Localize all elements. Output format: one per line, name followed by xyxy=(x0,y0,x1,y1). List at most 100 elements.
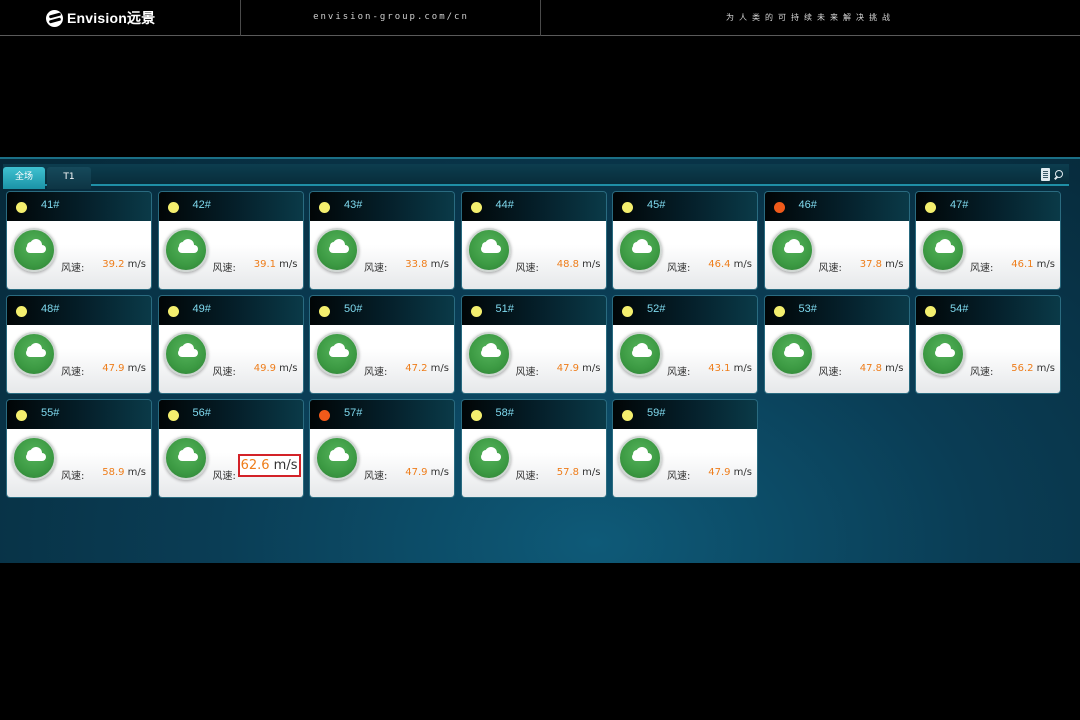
cloud-icon xyxy=(177,447,198,461)
turbine-card[interactable]: 41# 风速: 39.2 m/s xyxy=(7,192,151,289)
turbine-card-header: 52# xyxy=(613,296,757,325)
wind-speed-value: 39.1 xyxy=(253,259,276,270)
turbine-card[interactable]: 42# 风速: 39.1 m/s xyxy=(158,192,303,289)
tab-t1[interactable]: T1 xyxy=(47,167,91,189)
turbine-card[interactable]: 52# 风速: 43.1 m/s xyxy=(613,296,757,393)
turbine-id: 46# xyxy=(798,199,817,211)
turbine-card[interactable]: 53# 风速: 47.8 m/s xyxy=(764,296,909,393)
cloud-icon xyxy=(480,447,501,461)
wind-speed-readout: 47.9 m/s xyxy=(405,467,449,478)
cloud-icon xyxy=(26,447,46,461)
turbine-card-body: 风速: 33.8 m/s xyxy=(310,221,454,289)
turbine-card[interactable]: 57# 风速: 47.9 m/s xyxy=(310,400,454,497)
turbine-card[interactable]: 50# 风速: 47.2 m/s xyxy=(310,296,454,393)
cloud-icon xyxy=(935,343,955,357)
wind-speed-unit: m/s xyxy=(1036,259,1055,270)
weather-status-icon xyxy=(315,332,359,376)
weather-status-icon xyxy=(618,228,662,272)
envision-logo[interactable]: Envision远景 xyxy=(46,9,155,27)
wind-speed-label: 风速: xyxy=(515,367,539,378)
wind-speed-label: 风速: xyxy=(212,367,236,378)
turbine-id: 42# xyxy=(192,199,211,211)
turbine-card-header: 41# xyxy=(7,192,151,221)
turbine-card[interactable]: 45# 风速: 46.4 m/s xyxy=(613,192,757,289)
wind-speed-readout: 47.9 m/s xyxy=(557,363,601,374)
wind-speed-value: 46.1 xyxy=(1011,259,1034,270)
turbine-card[interactable]: 46# 风速: 37.8 m/s xyxy=(764,192,909,289)
weather-status-icon xyxy=(769,228,814,272)
wind-speed-label: 风速: xyxy=(667,367,691,378)
status-indicator-icon xyxy=(16,306,27,317)
turbine-card[interactable]: 51# 风速: 47.9 m/s xyxy=(461,296,606,393)
turbine-card-header: 45# xyxy=(613,192,757,221)
turbine-card-header: 42# xyxy=(158,192,303,221)
envision-logo-icon xyxy=(46,9,63,27)
wind-speed-value: 33.8 xyxy=(405,259,428,270)
turbine-card[interactable]: 48# 风速: 47.9 m/s xyxy=(7,296,151,393)
list-view-icon[interactable] xyxy=(1041,168,1050,181)
turbine-card[interactable]: 59# 风速: 47.9 m/s xyxy=(613,400,757,497)
wind-speed-readout: 43.1 m/s xyxy=(708,363,752,374)
wind-speed-label: 风速: xyxy=(364,367,388,378)
turbine-id: 43# xyxy=(344,199,363,211)
turbine-card-header: 48# xyxy=(7,296,151,325)
wind-speed-label: 风速: xyxy=(970,367,994,378)
turbine-card-header: 58# xyxy=(461,400,606,429)
turbine-id: 47# xyxy=(950,199,969,211)
turbine-card-header: 51# xyxy=(461,296,606,325)
site-url[interactable]: envision-group.com/cn xyxy=(241,12,541,22)
turbine-card[interactable]: 56# 风速: 62.6 m/s xyxy=(158,400,303,497)
weather-status-icon xyxy=(921,228,965,272)
turbine-card[interactable]: 44# 风速: 48.8 m/s xyxy=(461,192,606,289)
turbine-card-header: 47# xyxy=(916,192,1060,221)
wind-speed-value: 39.2 xyxy=(102,259,125,270)
weather-status-icon xyxy=(163,228,208,272)
wind-speed-readout: 58.9 m/s xyxy=(102,467,146,478)
turbine-card[interactable]: 54# 风速: 56.2 m/s xyxy=(916,296,1060,393)
cloud-icon xyxy=(177,343,198,357)
turbine-card-body: 风速: 39.1 m/s xyxy=(158,221,303,289)
cloud-icon xyxy=(26,343,46,357)
turbine-id: 49# xyxy=(192,303,211,315)
turbine-card[interactable]: 49# 风速: 49.9 m/s xyxy=(158,296,303,393)
weather-status-icon xyxy=(769,332,814,376)
turbine-card-header: 54# xyxy=(916,296,1060,325)
tab-whole-farm[interactable]: 全场 xyxy=(3,167,45,189)
wind-speed-value: 49.9 xyxy=(253,363,276,374)
wind-speed-readout: 56.2 m/s xyxy=(1011,363,1055,374)
wind-speed-label: 风速: xyxy=(667,471,691,482)
wind-speed-value: 56.2 xyxy=(1011,363,1034,374)
turbine-card[interactable]: 55# 风速: 58.9 m/s xyxy=(7,400,151,497)
weather-status-icon xyxy=(315,228,359,272)
wind-speed-label: 风速: xyxy=(364,263,388,274)
turbine-card-body: 风速: 48.8 m/s xyxy=(461,221,606,289)
turbine-card[interactable]: 58# 风速: 57.8 m/s xyxy=(461,400,606,497)
turbine-card[interactable]: 43# 风速: 33.8 m/s xyxy=(310,192,454,289)
weather-status-icon xyxy=(466,436,511,480)
status-indicator-icon xyxy=(773,202,785,213)
weather-status-icon xyxy=(466,228,511,272)
cloud-icon xyxy=(329,343,349,357)
turbine-id: 59# xyxy=(647,407,666,419)
search-icon[interactable] xyxy=(1053,169,1063,180)
wind-speed-readout: 47.9 m/s xyxy=(708,467,752,478)
turbine-id: 57# xyxy=(344,407,363,419)
turbine-card-header: 53# xyxy=(764,296,909,325)
weather-status-icon xyxy=(618,436,662,480)
turbine-card[interactable]: 47# 风速: 46.1 m/s xyxy=(916,192,1060,289)
wind-speed-value: 47.9 xyxy=(102,363,125,374)
turbine-card-body: 风速: 56.2 m/s xyxy=(916,325,1060,393)
wind-speed-value: 58.9 xyxy=(102,467,125,478)
turbine-card-header: 59# xyxy=(613,400,757,429)
turbine-card-body: 风速: 49.9 m/s xyxy=(158,325,303,393)
wind-speed-unit: m/s xyxy=(430,363,449,374)
weather-status-icon xyxy=(163,332,208,376)
wind-speed-label: 风速: xyxy=(667,263,691,274)
turbine-card-body: 风速: 47.9 m/s xyxy=(461,325,606,393)
wind-speed-readout: 39.1 m/s xyxy=(254,259,298,270)
wind-speed-value: 43.1 xyxy=(708,363,731,374)
turbine-card-header: 43# xyxy=(310,192,454,221)
top-header: Envision远景 envision-group.com/cn 为人类的可持续… xyxy=(0,0,1080,36)
cloud-icon xyxy=(329,447,349,461)
cloud-icon xyxy=(329,239,349,253)
